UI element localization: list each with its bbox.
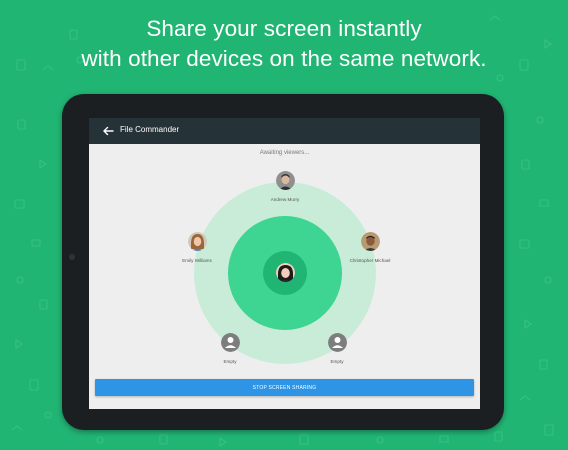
viewer-christopher-michael[interactable]: Christopher Michael xyxy=(335,232,405,263)
app-screen: File Commander Awaiting viewers... Andre… xyxy=(89,118,480,409)
viewer-name: Christopher Michael xyxy=(349,258,391,263)
viewer-empty-slot-1[interactable]: Empty xyxy=(195,333,265,364)
person-placeholder-icon xyxy=(327,333,347,352)
viewer-empty-slot-2[interactable]: Empty xyxy=(302,333,372,364)
host-avatar xyxy=(250,263,320,287)
viewer-emily-williams[interactable]: Emily Williams xyxy=(162,232,232,263)
headline-line-2: with other devices on the same network. xyxy=(81,46,487,71)
avatar xyxy=(275,171,295,190)
viewer-name: Emily Williams xyxy=(182,258,212,263)
viewer-name: Empty xyxy=(223,359,237,364)
tablet-camera xyxy=(69,254,75,260)
viewer-name: Empty xyxy=(330,359,344,364)
avatar xyxy=(275,263,295,282)
viewer-name: Andrew Murry xyxy=(270,197,300,202)
viewer-andrew-murry[interactable]: Andrew Murry xyxy=(250,171,320,202)
avatar xyxy=(360,232,380,251)
avatar xyxy=(187,232,207,251)
stop-screen-sharing-button[interactable]: STOP SCREEN SHARING xyxy=(95,379,474,396)
headline-line-1: Share your screen instantly xyxy=(146,16,422,41)
headline: Share your screen instantly with other d… xyxy=(0,14,568,74)
person-placeholder-icon xyxy=(220,333,240,352)
